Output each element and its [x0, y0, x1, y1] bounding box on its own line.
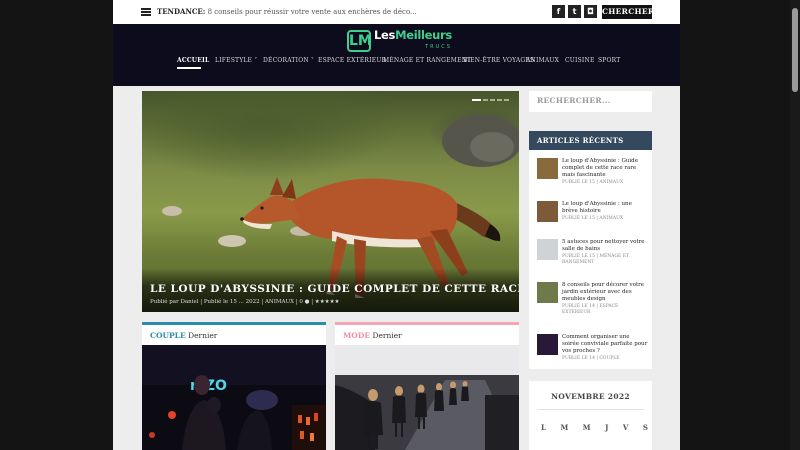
top-bar: TENDANCE: 8 conseils pour réussir votre …	[113, 0, 680, 24]
facebook-icon[interactable]: f	[552, 5, 565, 18]
nav-bien-etre-voyages[interactable]: BIEN-ÊTRE VOYAGES	[463, 57, 534, 64]
recent-meta: PUBLIÉ LE 14 | ESPACE EXTÉRIEUR	[562, 304, 619, 315]
nav-menage-rangement[interactable]: MÉNAGE ET RANGEMENT	[383, 57, 471, 64]
category-card-mode[interactable]: MODE Dernier	[335, 322, 519, 450]
nav-lifestyle[interactable]: LIFESTYLE ˅	[215, 57, 257, 64]
recent-title[interactable]: 5 astuces pour nettoyer votre salle de b…	[562, 239, 645, 252]
nav-cuisine[interactable]: CUISINE	[565, 57, 595, 64]
recent-title[interactable]: 8 conseils pour décorer votre jardin ext…	[562, 282, 644, 302]
recent-articles-widget: ARTICLES RÉCENTS Le loup d'Abyssinie : G…	[529, 131, 652, 369]
recent-thumbnail[interactable]	[537, 158, 558, 179]
logo-subtitle: TRUCS	[425, 44, 452, 50]
active-nav-underline	[177, 67, 201, 69]
recent-thumbnail[interactable]	[537, 201, 558, 222]
logo-text: LesMeilleurs TRUCS	[374, 29, 452, 53]
weekday-label: M	[560, 423, 569, 432]
category-card-couple[interactable]: COUPLE Dernier n ZO	[142, 322, 326, 450]
weekday-label: M	[582, 423, 591, 432]
sidebar-search-input[interactable]: RECHERCHER...	[529, 91, 652, 112]
slider-dot[interactable]	[504, 99, 509, 101]
nav-animaux[interactable]: ANIMAUX	[526, 57, 559, 64]
recent-title[interactable]: Le loup d'Abyssinie : une brève histoire	[562, 201, 632, 214]
recent-meta: PUBLIÉ LE 15 | ANIMAUX	[562, 180, 624, 185]
slider-dot[interactable]	[483, 99, 488, 101]
menu-icon[interactable]	[141, 8, 151, 16]
logo-mark: LM	[347, 30, 372, 52]
runway-image	[335, 345, 519, 450]
twitter-icon[interactable]: t	[568, 5, 581, 18]
slider-dot[interactable]	[497, 99, 502, 101]
search-button[interactable]: CHERCHER	[602, 5, 654, 19]
page: TENDANCE: 8 conseils pour réussir votre …	[113, 0, 680, 450]
trending-label: TENDANCE	[157, 7, 203, 16]
slider-dot[interactable]	[490, 99, 495, 101]
card-image-couple[interactable]: n ZO	[142, 345, 326, 450]
nav-espace-exterieur[interactable]: ESPACE EXTÉRIEUR	[318, 57, 386, 64]
recent-title[interactable]: Comment organiser une soirée conviviale …	[562, 334, 647, 354]
card-image-mode[interactable]	[335, 345, 519, 450]
hero-title[interactable]: LE LOUP D'ABYSSINIE : GUIDE COMPLET DE C…	[150, 283, 519, 295]
calendar-widget: NOVEMBRE 2022 L M M J V S	[529, 381, 652, 450]
slider-dots[interactable]	[472, 99, 509, 101]
site-logo[interactable]: LM LesMeilleurs TRUCS	[347, 29, 452, 53]
nav-sport[interactable]: SPORT	[598, 57, 620, 64]
recent-title[interactable]: Le loup d'Abyssinie : Guide complet de c…	[562, 158, 638, 178]
calendar-weekdays: L M M J V S	[541, 423, 648, 432]
recent-meta: PUBLIÉ LE 15 | MÉNAGE ET RANGEMENT	[562, 254, 630, 265]
site-header: LM LesMeilleurs TRUCS ACCUEIL LIFESTYLE …	[113, 24, 680, 86]
calendar-title: NOVEMBRE 2022	[551, 392, 630, 401]
recent-thumbnail[interactable]	[537, 282, 558, 303]
recent-thumbnail[interactable]	[537, 239, 558, 260]
weekday-label: J	[605, 423, 609, 432]
recent-articles-title: ARTICLES RÉCENTS	[529, 131, 652, 150]
nav-decoration[interactable]: DÉCORATION ˅	[263, 57, 314, 64]
scrollbar-thumb[interactable]	[792, 8, 798, 92]
nightclub-image: n ZO	[142, 345, 326, 450]
recent-meta: PUBLIÉ LE 15 | ANIMAUX	[562, 216, 624, 221]
weekday-label: L	[541, 423, 546, 432]
hero-slide[interactable]: LE LOUP D'ABYSSINIE : GUIDE COMPLET DE C…	[142, 91, 519, 312]
trending-ticker[interactable]: TENDANCE: 8 conseils pour réussir votre …	[157, 7, 417, 16]
weekday-label: V	[622, 423, 629, 432]
recent-meta: PUBLIÉ LE 14 | COUPLE	[562, 356, 620, 361]
hero-meta: Publié par Daniel | Publié le 15 ... 202…	[150, 299, 340, 305]
recent-thumbnail[interactable]	[537, 334, 558, 355]
page-scrollbar[interactable]	[790, 0, 800, 450]
trending-text[interactable]: 8 conseils pour réussir votre vente aux …	[208, 8, 417, 16]
nav-accueil[interactable]: ACCUEIL	[177, 57, 209, 64]
calendar-divider	[537, 409, 644, 410]
instagram-icon[interactable]: ◘	[584, 5, 597, 18]
slider-dot[interactable]	[472, 99, 481, 101]
weekday-label: S	[642, 423, 648, 432]
